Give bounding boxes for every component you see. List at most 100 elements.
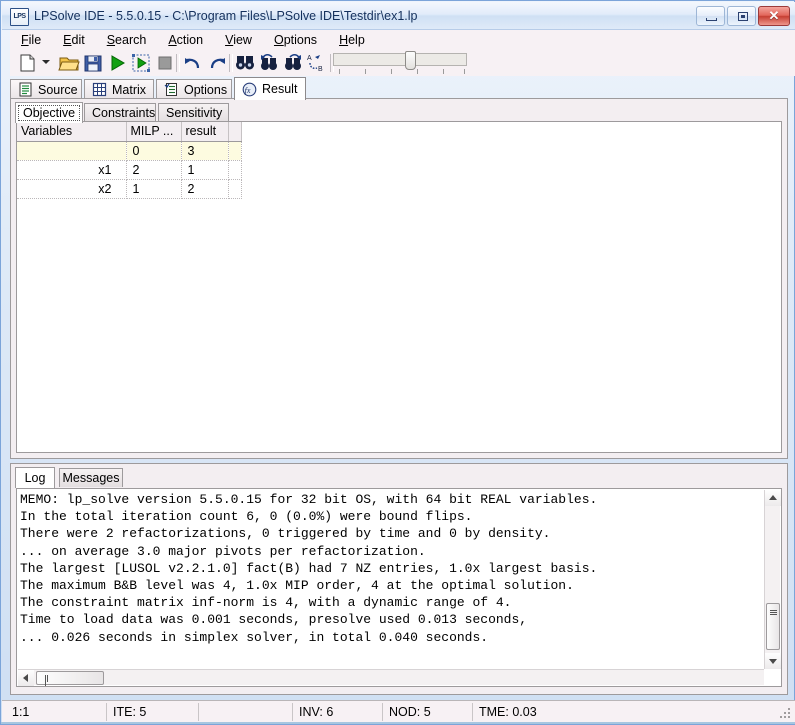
chevron-up-icon xyxy=(769,495,777,500)
cell-variable[interactable] xyxy=(17,141,127,161)
matrix-grid-icon xyxy=(92,82,107,97)
cell-milp[interactable]: 0 xyxy=(126,141,182,161)
menu-item-options[interactable]: Options xyxy=(263,31,328,49)
new-file-dropdown-icon[interactable] xyxy=(42,60,50,64)
scroll-left-button[interactable] xyxy=(18,670,34,686)
slider-tick xyxy=(339,69,340,74)
log-text: MEMO: lp_solve version 5.5.0.15 for 32 b… xyxy=(20,492,598,645)
table-row[interactable]: x1 2 1 xyxy=(17,160,242,180)
tab-options-label: Options xyxy=(184,82,228,97)
column-header-result[interactable]: result xyxy=(181,122,229,142)
slider-tick xyxy=(391,69,392,74)
replace-button[interactable]: A B xyxy=(306,52,328,74)
cell-filler xyxy=(228,141,242,161)
chevron-down-icon xyxy=(769,659,777,664)
maximize-button[interactable] xyxy=(727,6,756,26)
close-button[interactable]: ✕ xyxy=(758,6,790,26)
slider-tick xyxy=(417,69,418,74)
scroll-grip-icon xyxy=(45,675,50,686)
log-horizontal-scrollbar[interactable] xyxy=(18,669,764,686)
cell-result[interactable]: 2 xyxy=(181,179,229,199)
new-file-button[interactable] xyxy=(16,52,38,74)
open-file-button[interactable] xyxy=(58,52,80,74)
open-folder-icon xyxy=(58,57,80,71)
status-bar: 1:1 ITE: 5 INV: 6 NOD: 5 TME: 0.03 xyxy=(2,700,795,722)
window-title: LPSolve IDE - 5.5.0.15 - C:\Program File… xyxy=(34,9,418,23)
scroll-up-button[interactable] xyxy=(765,490,781,506)
tab-log-label: Log xyxy=(24,471,46,485)
log-vertical-scrollbar[interactable] xyxy=(764,490,781,669)
stop-button[interactable] xyxy=(154,52,176,74)
window-frame: LPS LPSolve IDE - 5.5.0.15 - C:\Program … xyxy=(0,0,795,725)
find-next-button[interactable] xyxy=(282,52,304,74)
toolbar-separator xyxy=(176,54,180,72)
title-bar: LPS LPSolve IDE - 5.5.0.15 - C:\Program … xyxy=(2,2,795,30)
find-icon xyxy=(236,56,254,70)
status-iterations: ITE: 5 xyxy=(106,703,198,721)
cell-filler xyxy=(228,179,242,199)
cell-milp[interactable]: 1 xyxy=(126,179,182,199)
menu-item-view[interactable]: View xyxy=(214,31,263,49)
cell-filler xyxy=(228,160,242,180)
slider-track[interactable] xyxy=(333,53,467,66)
slider-thumb[interactable] xyxy=(405,51,416,70)
resize-grip-icon[interactable] xyxy=(779,707,792,720)
subtab-sensitivity-label: Sensitivity xyxy=(166,106,223,120)
status-nodes: NOD: 5 xyxy=(382,703,472,721)
application-window: LPS LPSolve IDE - 5.5.0.15 - C:\Program … xyxy=(0,0,795,725)
tab-log[interactable]: Log xyxy=(15,467,55,488)
cell-variable[interactable]: x2 xyxy=(17,179,127,199)
step-solve-button[interactable] xyxy=(130,52,152,74)
zoom-slider[interactable] xyxy=(331,49,469,75)
window-controls: ✕ xyxy=(696,6,790,26)
svg-text:fx: fx xyxy=(245,86,251,95)
subtab-constraints[interactable]: Constraints xyxy=(84,103,156,122)
table-row[interactable]: x2 1 2 xyxy=(17,179,242,199)
close-icon: ✕ xyxy=(768,8,780,23)
results-table: Variables MILP ... result 0 3 x1 2 1 x2 … xyxy=(17,122,242,199)
horizontal-scroll-thumb[interactable] xyxy=(36,671,104,686)
column-header-variables[interactable]: Variables xyxy=(17,122,127,142)
minimize-icon xyxy=(706,18,717,21)
table-row[interactable]: 0 3 xyxy=(17,141,242,161)
menu-item-file[interactable]: File xyxy=(10,31,52,49)
maximize-icon xyxy=(738,12,748,21)
tab-result[interactable]: fx Result xyxy=(234,77,306,100)
menu-item-help[interactable]: Help xyxy=(328,31,376,49)
subtab-objective[interactable]: Objective xyxy=(15,102,83,123)
scroll-down-button[interactable] xyxy=(765,653,781,669)
redo-button[interactable] xyxy=(206,52,228,74)
tab-source-label: Source xyxy=(38,82,78,97)
find-button[interactable] xyxy=(234,52,256,74)
menu-bar: File Edit Search Action View Options Hel… xyxy=(10,30,795,49)
cell-result[interactable]: 3 xyxy=(181,141,229,161)
slider-tick xyxy=(443,69,444,74)
minimize-button[interactable] xyxy=(696,6,725,26)
undo-button[interactable] xyxy=(182,52,204,74)
chevron-left-icon xyxy=(23,674,28,682)
save-button[interactable] xyxy=(82,52,104,74)
menu-item-search[interactable]: Search xyxy=(96,31,158,49)
cell-result[interactable]: 1 xyxy=(181,160,229,180)
table-header-row: Variables MILP ... result xyxy=(17,122,242,142)
find-previous-button[interactable] xyxy=(258,52,280,74)
column-header-milp[interactable]: MILP ... xyxy=(126,122,182,142)
log-output[interactable]: MEMO: lp_solve version 5.5.0.15 for 32 b… xyxy=(16,488,782,687)
cell-milp[interactable]: 2 xyxy=(126,160,182,180)
menu-item-action[interactable]: Action xyxy=(157,31,214,49)
slider-tick xyxy=(464,69,465,74)
objective-grid[interactable]: Variables MILP ... result 0 3 x1 2 1 x2 … xyxy=(16,121,782,453)
tab-matrix[interactable]: Matrix xyxy=(84,79,154,99)
subtab-sensitivity[interactable]: Sensitivity xyxy=(158,103,229,122)
menu-item-edit[interactable]: Edit xyxy=(52,31,96,49)
subtab-constraints-label: Constraints xyxy=(92,106,156,120)
cell-variable[interactable]: x1 xyxy=(17,160,127,180)
function-fx-icon: fx xyxy=(242,82,257,97)
vertical-scroll-thumb[interactable] xyxy=(766,603,780,650)
solve-button[interactable] xyxy=(106,52,128,74)
tab-options[interactable]: Options xyxy=(156,79,232,99)
tab-source[interactable]: Source xyxy=(10,79,82,99)
stop-icon xyxy=(158,56,172,70)
undo-icon xyxy=(185,58,200,69)
tab-messages[interactable]: Messages xyxy=(59,468,123,487)
